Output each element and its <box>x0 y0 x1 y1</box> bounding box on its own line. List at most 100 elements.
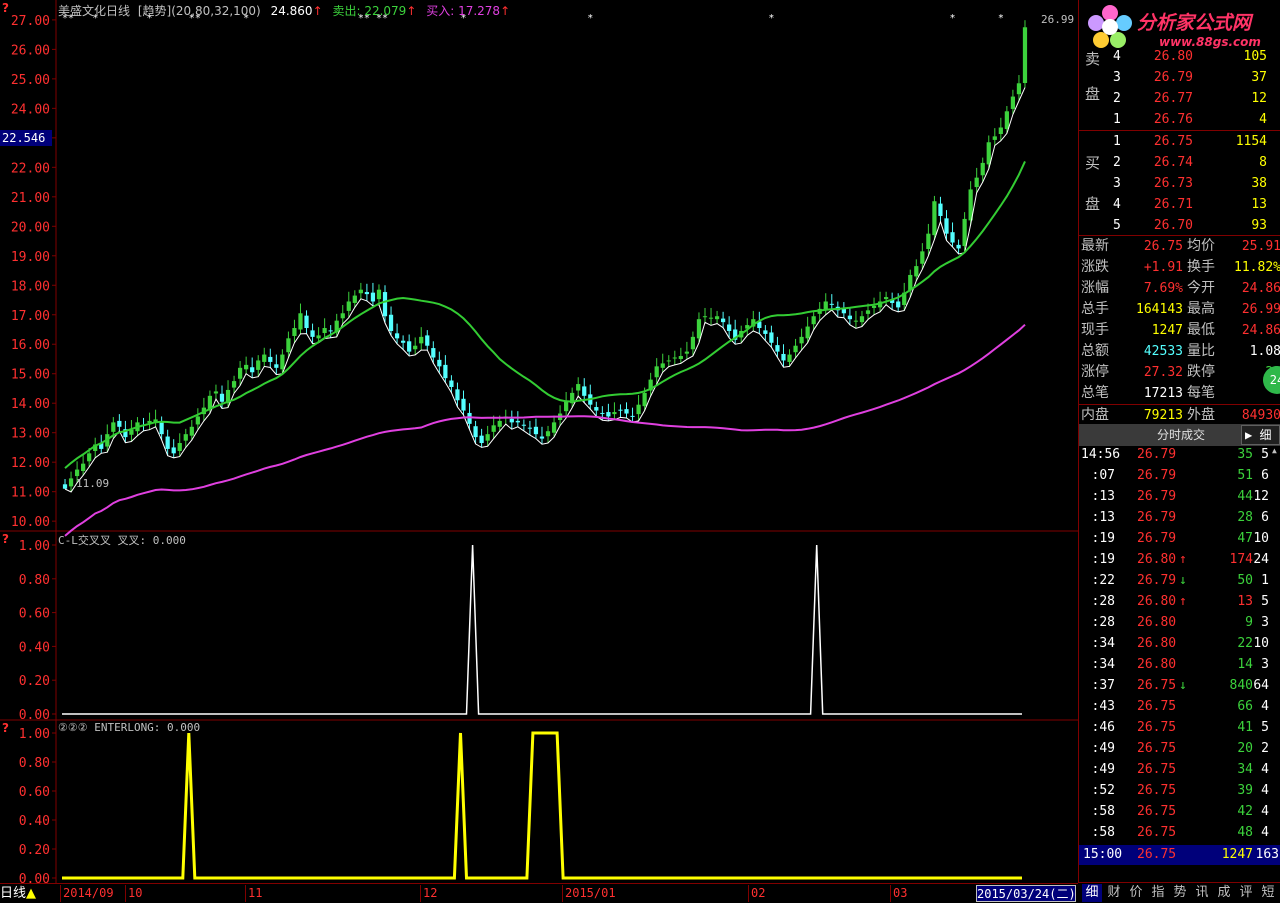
tick-price: 26.79 <box>1137 531 1177 546</box>
panel-tab[interactable]: 评 <box>1236 884 1256 902</box>
order-price: 26.70 <box>1153 218 1193 233</box>
candle <box>533 426 539 435</box>
tick-count: 6 <box>1261 510 1269 525</box>
stock-title: 美盛文化日线 <box>58 4 131 18</box>
tick-time: :13 <box>1091 489 1115 504</box>
panel-tab[interactable]: 财 <box>1104 884 1124 902</box>
order-price: 26.74 <box>1153 155 1193 170</box>
tick-price: 26.75 <box>1137 741 1177 756</box>
stat-value: 17213 <box>1143 386 1183 401</box>
tick-volume: 41 <box>1237 720 1253 735</box>
stat-label: 涨幅 <box>1081 280 1109 296</box>
candle <box>419 336 424 344</box>
panel-tab[interactable]: 价 <box>1126 884 1146 902</box>
candle <box>111 422 116 432</box>
candle <box>642 392 647 407</box>
stat-label: 量比 <box>1187 343 1215 359</box>
tick-count: 4 <box>1261 804 1269 819</box>
panel-tab[interactable]: 势 <box>1170 884 1190 902</box>
order-price: 26.71 <box>1153 197 1193 212</box>
candle <box>769 332 774 343</box>
current-date: 2015/03/24(二) <box>976 885 1076 902</box>
panel-tab[interactable]: 细 <box>1082 884 1102 902</box>
y-tick-label: 1.00 <box>19 727 50 742</box>
tick-time: :34 <box>1091 657 1115 672</box>
quote-panel: 分析家公式网 www.88gs.com 4 26.80 105 3 26.79 37 2 26… <box>1078 0 1280 902</box>
stat-value: 26.75 <box>1143 239 1183 254</box>
order-volume: 37 <box>1251 70 1267 85</box>
tick-volume: 22 <box>1237 636 1253 651</box>
tick-detail-button[interactable]: ▶ 细 <box>1241 425 1280 445</box>
tick-volume: 39 <box>1237 783 1253 798</box>
candle <box>219 393 225 402</box>
tick-row: :13 26.79 28 6 <box>1079 507 1280 528</box>
period-tab[interactable]: 日线▲ <box>0 884 56 903</box>
candle <box>364 292 370 295</box>
tick-time: :58 <box>1091 825 1115 840</box>
stat-label: 跌停 <box>1187 364 1215 380</box>
tick-count: 2 <box>1261 741 1269 756</box>
tick-time: :07 <box>1091 468 1115 483</box>
y-tick-label: 0.40 <box>19 814 50 829</box>
candle <box>407 341 412 352</box>
order-volume: 13 <box>1251 197 1267 212</box>
tick-tab[interactable]: 分时成交 <box>1157 424 1205 446</box>
y-tick-label: 17.00 <box>11 309 50 324</box>
candle <box>799 336 804 344</box>
tick-price: 26.75 <box>1137 678 1177 693</box>
candle <box>310 330 315 337</box>
candle <box>672 357 677 359</box>
tick-scrollbar[interactable]: ▲ <box>1271 446 1280 846</box>
scroll-up-icon[interactable]: ▲ <box>1272 446 1277 455</box>
tick-volume: 35 <box>1237 447 1253 462</box>
candle <box>87 453 92 462</box>
date-label: 12 <box>420 885 437 902</box>
tick-row: :37 26.75 ↓ 840 64 <box>1079 675 1280 696</box>
tick-price: 26.79 <box>1137 468 1177 483</box>
panel-tab[interactable]: 成 <box>1214 884 1234 902</box>
candle <box>370 292 376 302</box>
sell-side-label: 卖盘 <box>1085 50 1101 103</box>
y-tick-label: 0.80 <box>19 756 50 771</box>
candle <box>956 244 961 249</box>
question-icon[interactable]: ? <box>2 533 14 545</box>
tick-row: :58 26.75 42 4 <box>1079 801 1280 822</box>
tick-row: :49 26.75 34 4 <box>1079 759 1280 780</box>
candle <box>237 367 243 379</box>
chart-canvas[interactable]: 10.00 11.00 12.00 13.00 14.00 15.00 16.00 17.00… <box>0 0 1078 902</box>
candle <box>461 398 466 411</box>
tick-count: 3 <box>1261 615 1269 630</box>
candle <box>183 434 188 441</box>
stat-value: 1.08 <box>1249 344 1280 359</box>
tick-count: 163 <box>1255 847 1279 862</box>
tick-price: 26.75 <box>1137 699 1177 714</box>
candle <box>702 316 708 318</box>
signal-line <box>62 731 1022 880</box>
panel-tab[interactable]: 讯 <box>1192 884 1212 902</box>
candle <box>485 434 490 441</box>
candle <box>938 203 943 216</box>
candle <box>884 297 889 300</box>
candle <box>316 335 321 339</box>
panel-tab[interactable]: 指 <box>1148 884 1168 902</box>
tick-row: :58 26.75 48 4 <box>1079 822 1280 843</box>
candle <box>980 162 985 176</box>
candle <box>636 404 641 415</box>
tick-row: :52 26.75 39 4 <box>1079 780 1280 801</box>
candle <box>413 345 418 350</box>
stat-row: 内盘 79213 外盘 84930 <box>1079 404 1280 426</box>
candle <box>582 386 587 396</box>
candle <box>1016 83 1022 95</box>
panel-tab[interactable]: 短 <box>1258 884 1278 902</box>
question-icon[interactable]: ? <box>2 2 14 14</box>
candle <box>358 289 363 294</box>
candle <box>986 142 991 165</box>
candle <box>280 354 285 370</box>
candle <box>618 409 623 411</box>
y-tick-label: 13.00 <box>11 427 50 442</box>
y-tick-label: 11.00 <box>11 486 50 501</box>
question-icon[interactable]: ? <box>2 722 14 734</box>
order-volume: 105 <box>1243 49 1267 64</box>
order-row: 1 26.76 4 <box>1079 109 1280 130</box>
order-level: 1 <box>1113 112 1121 127</box>
